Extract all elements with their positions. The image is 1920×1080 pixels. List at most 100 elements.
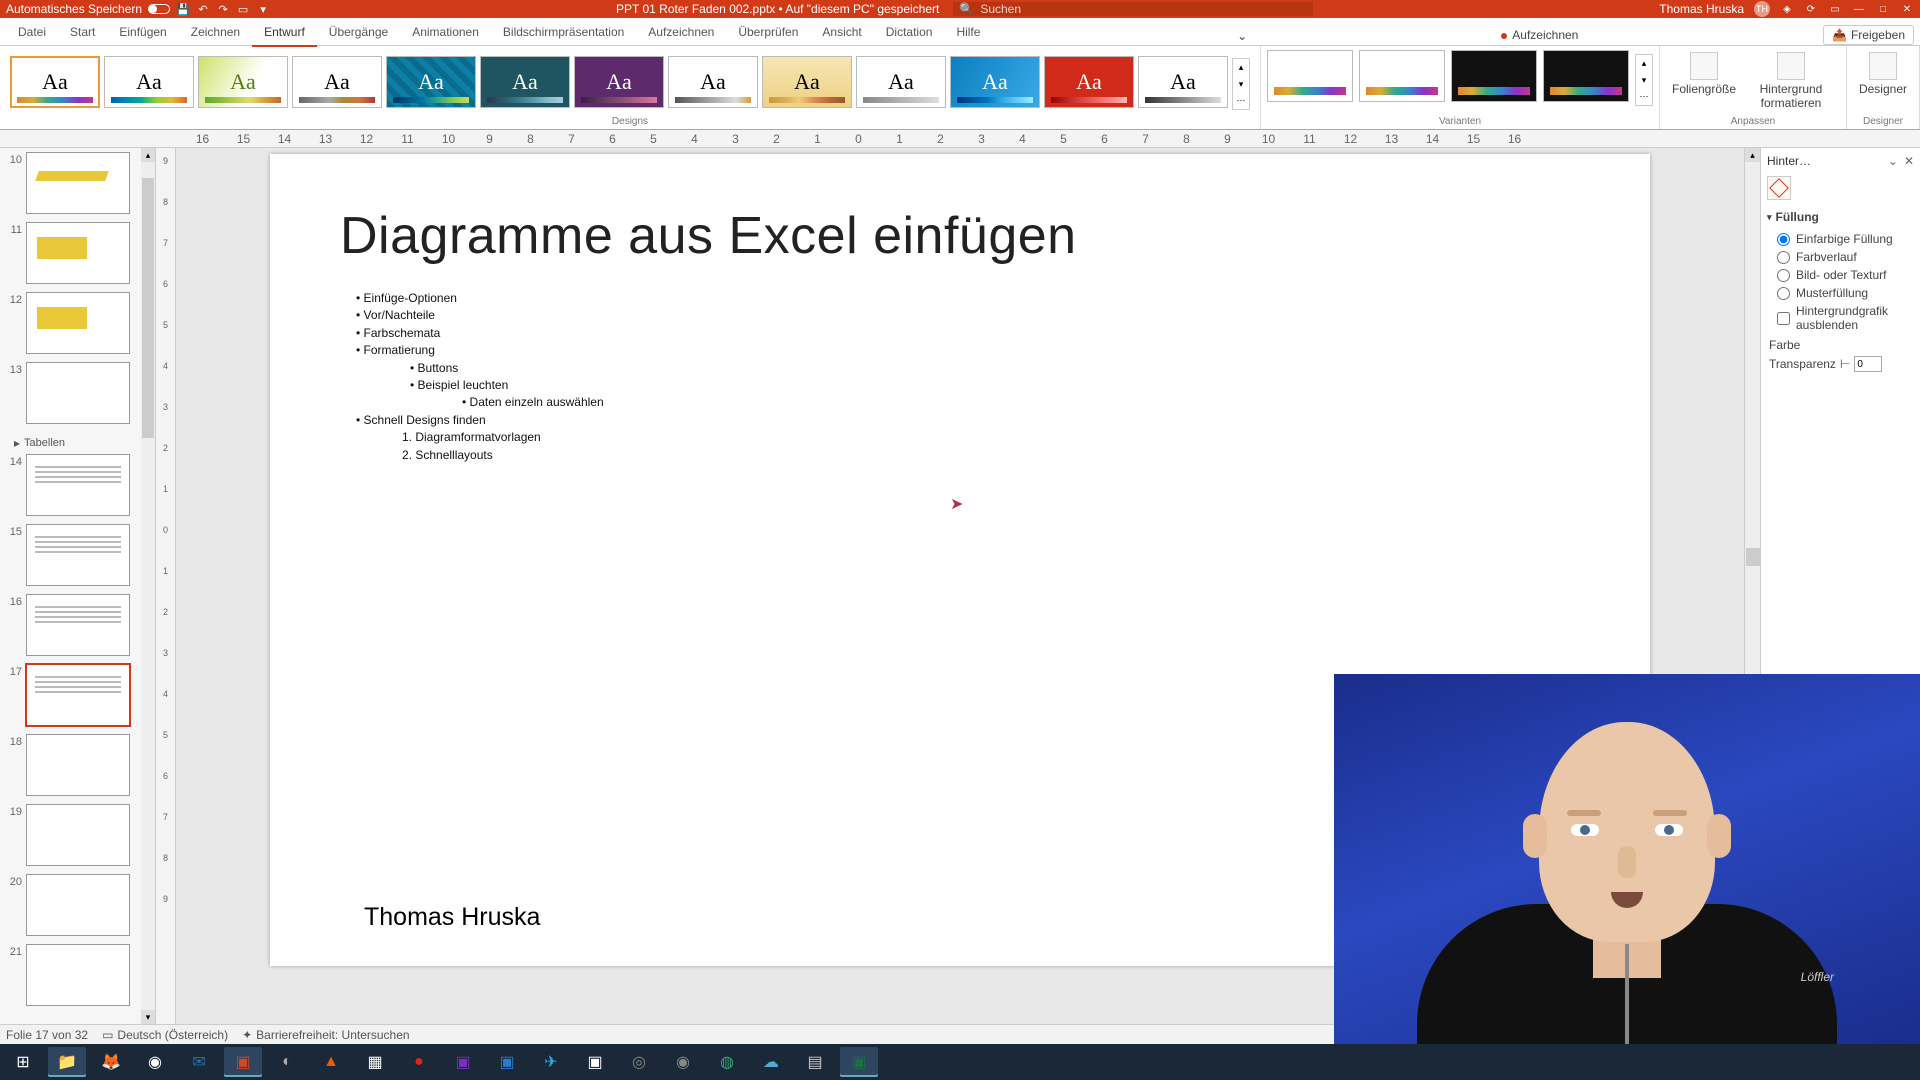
collapse-ribbon-button[interactable]: ⌄ — [1229, 27, 1255, 45]
solid-fill-option[interactable]: Einfarbige Füllung — [1767, 230, 1914, 248]
variant-item[interactable] — [1267, 50, 1353, 102]
obs-button[interactable]: ◎ — [620, 1047, 658, 1077]
pane-options-icon[interactable]: ⌄ — [1888, 154, 1898, 168]
save-icon[interactable]: 💾 — [176, 2, 190, 16]
taskbar-app[interactable]: ☁ — [752, 1047, 790, 1077]
taskbar-app[interactable]: ◉ — [664, 1047, 702, 1077]
theme-item[interactable]: Aa — [574, 56, 664, 108]
variant-item[interactable] — [1359, 50, 1445, 102]
record-button[interactable]: ●Aufzeichnen — [1492, 25, 1587, 45]
accessibility-status[interactable]: ✦Barrierefreiheit: Untersuchen — [242, 1028, 409, 1042]
pane-close-icon[interactable]: ✕ — [1904, 154, 1914, 168]
transparency-input[interactable] — [1854, 356, 1882, 372]
file-explorer-button[interactable]: 📁 — [48, 1047, 86, 1077]
format-background-button[interactable]: Hintergrund formatieren — [1742, 50, 1840, 112]
maximize-icon[interactable]: □ — [1876, 2, 1890, 16]
from-beginning-icon[interactable]: ▭ — [236, 2, 250, 16]
scroll-down-icon[interactable]: ▾ — [1233, 76, 1249, 93]
taskbar-app[interactable]: ● — [400, 1047, 438, 1077]
theme-gallery-scroll[interactable]: ▴▾⋯ — [1232, 58, 1250, 110]
powerpoint-button[interactable]: ▣ — [224, 1047, 262, 1077]
thumbnail-slide[interactable] — [26, 594, 130, 656]
pattern-fill-option[interactable]: Musterfüllung — [1767, 284, 1914, 302]
sync-icon[interactable]: ⟳ — [1804, 2, 1818, 16]
close-icon[interactable]: ✕ — [1900, 2, 1914, 16]
hide-bg-graphics-option[interactable]: Hintergrundgrafik ausblenden — [1767, 302, 1914, 334]
thumbnail-slide[interactable] — [26, 454, 130, 516]
taskbar-app[interactable]: ▦ — [356, 1047, 394, 1077]
share-button[interactable]: 📤Freigeben — [1823, 25, 1914, 45]
tab-dictation[interactable]: Dictation — [874, 21, 945, 45]
tab-transitions[interactable]: Übergänge — [317, 21, 400, 45]
variant-gallery-scroll[interactable]: ▴▾⋯ — [1635, 54, 1653, 106]
more-qat-icon[interactable]: ▾ — [256, 2, 270, 16]
scroll-up-icon[interactable]: ▴ — [141, 148, 155, 162]
thumbnail-slide[interactable] — [26, 804, 130, 866]
fill-section-header[interactable]: Füllung — [1767, 210, 1914, 224]
thumbnail-slide[interactable] — [26, 152, 130, 214]
taskbar-app[interactable]: ▣ — [576, 1047, 614, 1077]
thumbnail-slide[interactable] — [26, 874, 130, 936]
theme-item[interactable]: Aa — [386, 56, 476, 108]
chrome-button[interactable]: ◉ — [136, 1047, 174, 1077]
undo-icon[interactable]: ↶ — [196, 2, 210, 16]
autosave-toggle[interactable] — [148, 4, 170, 14]
thumbnail-slide[interactable] — [26, 292, 130, 354]
theme-item[interactable]: Aa — [1138, 56, 1228, 108]
tab-design[interactable]: Entwurf — [252, 21, 317, 45]
theme-item[interactable]: Aa — [856, 56, 946, 108]
user-avatar[interactable]: TH — [1754, 1, 1770, 17]
tab-draw[interactable]: Zeichnen — [179, 21, 252, 45]
window-options-icon[interactable]: ▭ — [1828, 2, 1842, 16]
visio-button[interactable]: ▣ — [488, 1047, 526, 1077]
scroll-up-icon[interactable]: ▴ — [1233, 59, 1249, 76]
tab-review[interactable]: Überprüfen — [726, 21, 810, 45]
theme-item[interactable]: Aa — [950, 56, 1040, 108]
gradient-fill-option[interactable]: Farbverlauf — [1767, 248, 1914, 266]
variant-item[interactable] — [1543, 50, 1629, 102]
firefox-button[interactable]: 🦊 — [92, 1047, 130, 1077]
scroll-down-icon[interactable]: ▾ — [141, 1010, 155, 1024]
thumbnails-scrollbar[interactable]: ▴ ▾ — [141, 148, 155, 1024]
slide-size-button[interactable]: Foliengröße — [1666, 50, 1742, 112]
taskbar-app[interactable]: ▤ — [796, 1047, 834, 1077]
tab-view[interactable]: Ansicht — [810, 21, 873, 45]
thumbnail-slide[interactable] — [26, 222, 130, 284]
designer-button[interactable]: Designer — [1853, 50, 1913, 98]
theme-item[interactable]: Aa — [762, 56, 852, 108]
excel-button[interactable]: ▣ — [840, 1047, 878, 1077]
minimize-icon[interactable]: — — [1852, 2, 1866, 16]
slide-count[interactable]: Folie 17 von 32 — [6, 1028, 88, 1042]
picture-fill-option[interactable]: Bild- oder Texturf — [1767, 266, 1914, 284]
theme-item[interactable]: Aa — [292, 56, 382, 108]
thumbnail-slide[interactable] — [26, 664, 130, 726]
search-box[interactable]: 🔍 Suchen — [953, 2, 1313, 16]
tab-animations[interactable]: Animationen — [400, 21, 491, 45]
scroll-up-icon[interactable]: ▴ — [1636, 55, 1652, 72]
theme-item[interactable]: Aa — [668, 56, 758, 108]
tab-insert[interactable]: Einfügen — [107, 21, 178, 45]
slider-icon[interactable]: ⊢ — [1840, 357, 1850, 371]
scroll-up-icon[interactable]: ▴ — [1745, 148, 1760, 162]
taskbar-app[interactable]: ◐ — [268, 1047, 306, 1077]
tab-slideshow[interactable]: Bildschirmpräsentation — [491, 21, 636, 45]
tab-file[interactable]: Datei — [6, 21, 58, 45]
thumbnail-slide[interactable] — [26, 734, 130, 796]
thumbnail-slide[interactable] — [26, 362, 130, 424]
diamond-icon[interactable]: ◈ — [1780, 2, 1794, 16]
theme-item[interactable]: Aa — [480, 56, 570, 108]
outlook-button[interactable]: ✉ — [180, 1047, 218, 1077]
scrollbar-handle[interactable] — [1746, 548, 1760, 566]
gallery-more-icon[interactable]: ⋯ — [1233, 92, 1249, 109]
theme-item[interactable]: Aa — [198, 56, 288, 108]
language-status[interactable]: ▭Deutsch (Österreich) — [102, 1028, 228, 1042]
thumbnail-slide[interactable] — [26, 524, 130, 586]
taskbar-app[interactable]: ◍ — [708, 1047, 746, 1077]
onenote-button[interactable]: ▣ — [444, 1047, 482, 1077]
gallery-more-icon[interactable]: ⋯ — [1636, 88, 1652, 105]
section-header[interactable]: ▸ Tabellen — [4, 432, 153, 454]
variant-item[interactable] — [1451, 50, 1537, 102]
theme-item[interactable]: Aa — [1044, 56, 1134, 108]
telegram-button[interactable]: ✈ — [532, 1047, 570, 1077]
fill-tab-icon[interactable] — [1767, 176, 1791, 200]
